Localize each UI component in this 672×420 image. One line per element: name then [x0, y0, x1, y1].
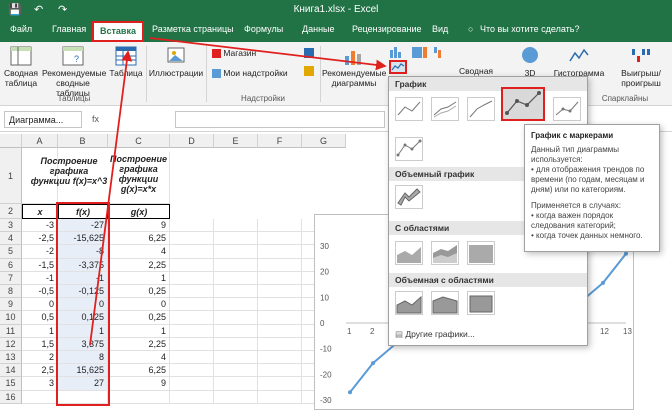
3d-line-thumb[interactable] — [395, 185, 423, 209]
line-with-markers-icon — [505, 91, 541, 115]
chart-tooltip: График с маркерами Данный тип диаграммы … — [524, 124, 660, 252]
area-thumb-3[interactable] — [467, 241, 495, 265]
area-thumb-1[interactable] — [395, 241, 423, 265]
line-chart-thumb-1[interactable] — [395, 97, 423, 121]
arrow-to-line-chart — [149, 37, 387, 71]
line-chart-thumb-5[interactable] — [553, 97, 581, 121]
section-3d-area-header: Объемная с областями — [389, 273, 587, 287]
line-chart-thumb-2[interactable] — [431, 97, 459, 121]
arrow-to-insert — [89, 50, 133, 346]
section-line-header: График — [389, 77, 587, 91]
tooltip-body-3: Применяется в случаях: — [531, 201, 621, 210]
tooltip-body-1: Данный тип диаграммы используется: — [531, 145, 619, 164]
3d-area-thumb-3[interactable] — [467, 291, 495, 315]
chart-icon: ▤ — [395, 329, 404, 339]
tooltip-title: График с маркерами — [531, 131, 614, 140]
tooltip-body-4: • когда важен порядок следования категор… — [531, 211, 616, 230]
more-charts-link[interactable]: ▤ Другие графики... — [395, 329, 475, 340]
area-thumb-2[interactable] — [431, 241, 459, 265]
tooltip-body-2: • для отображения трендов по времени (по… — [531, 165, 645, 194]
3d-area-thumb-2[interactable] — [431, 291, 459, 315]
line-with-markers-button[interactable] — [501, 87, 545, 121]
3d-area-thumb-1[interactable] — [395, 291, 423, 315]
line-chart-thumb-6[interactable] — [395, 137, 423, 161]
line-chart-thumb-3[interactable] — [467, 97, 495, 121]
tooltip-body-5: • когда точек данных немного. — [531, 231, 643, 240]
